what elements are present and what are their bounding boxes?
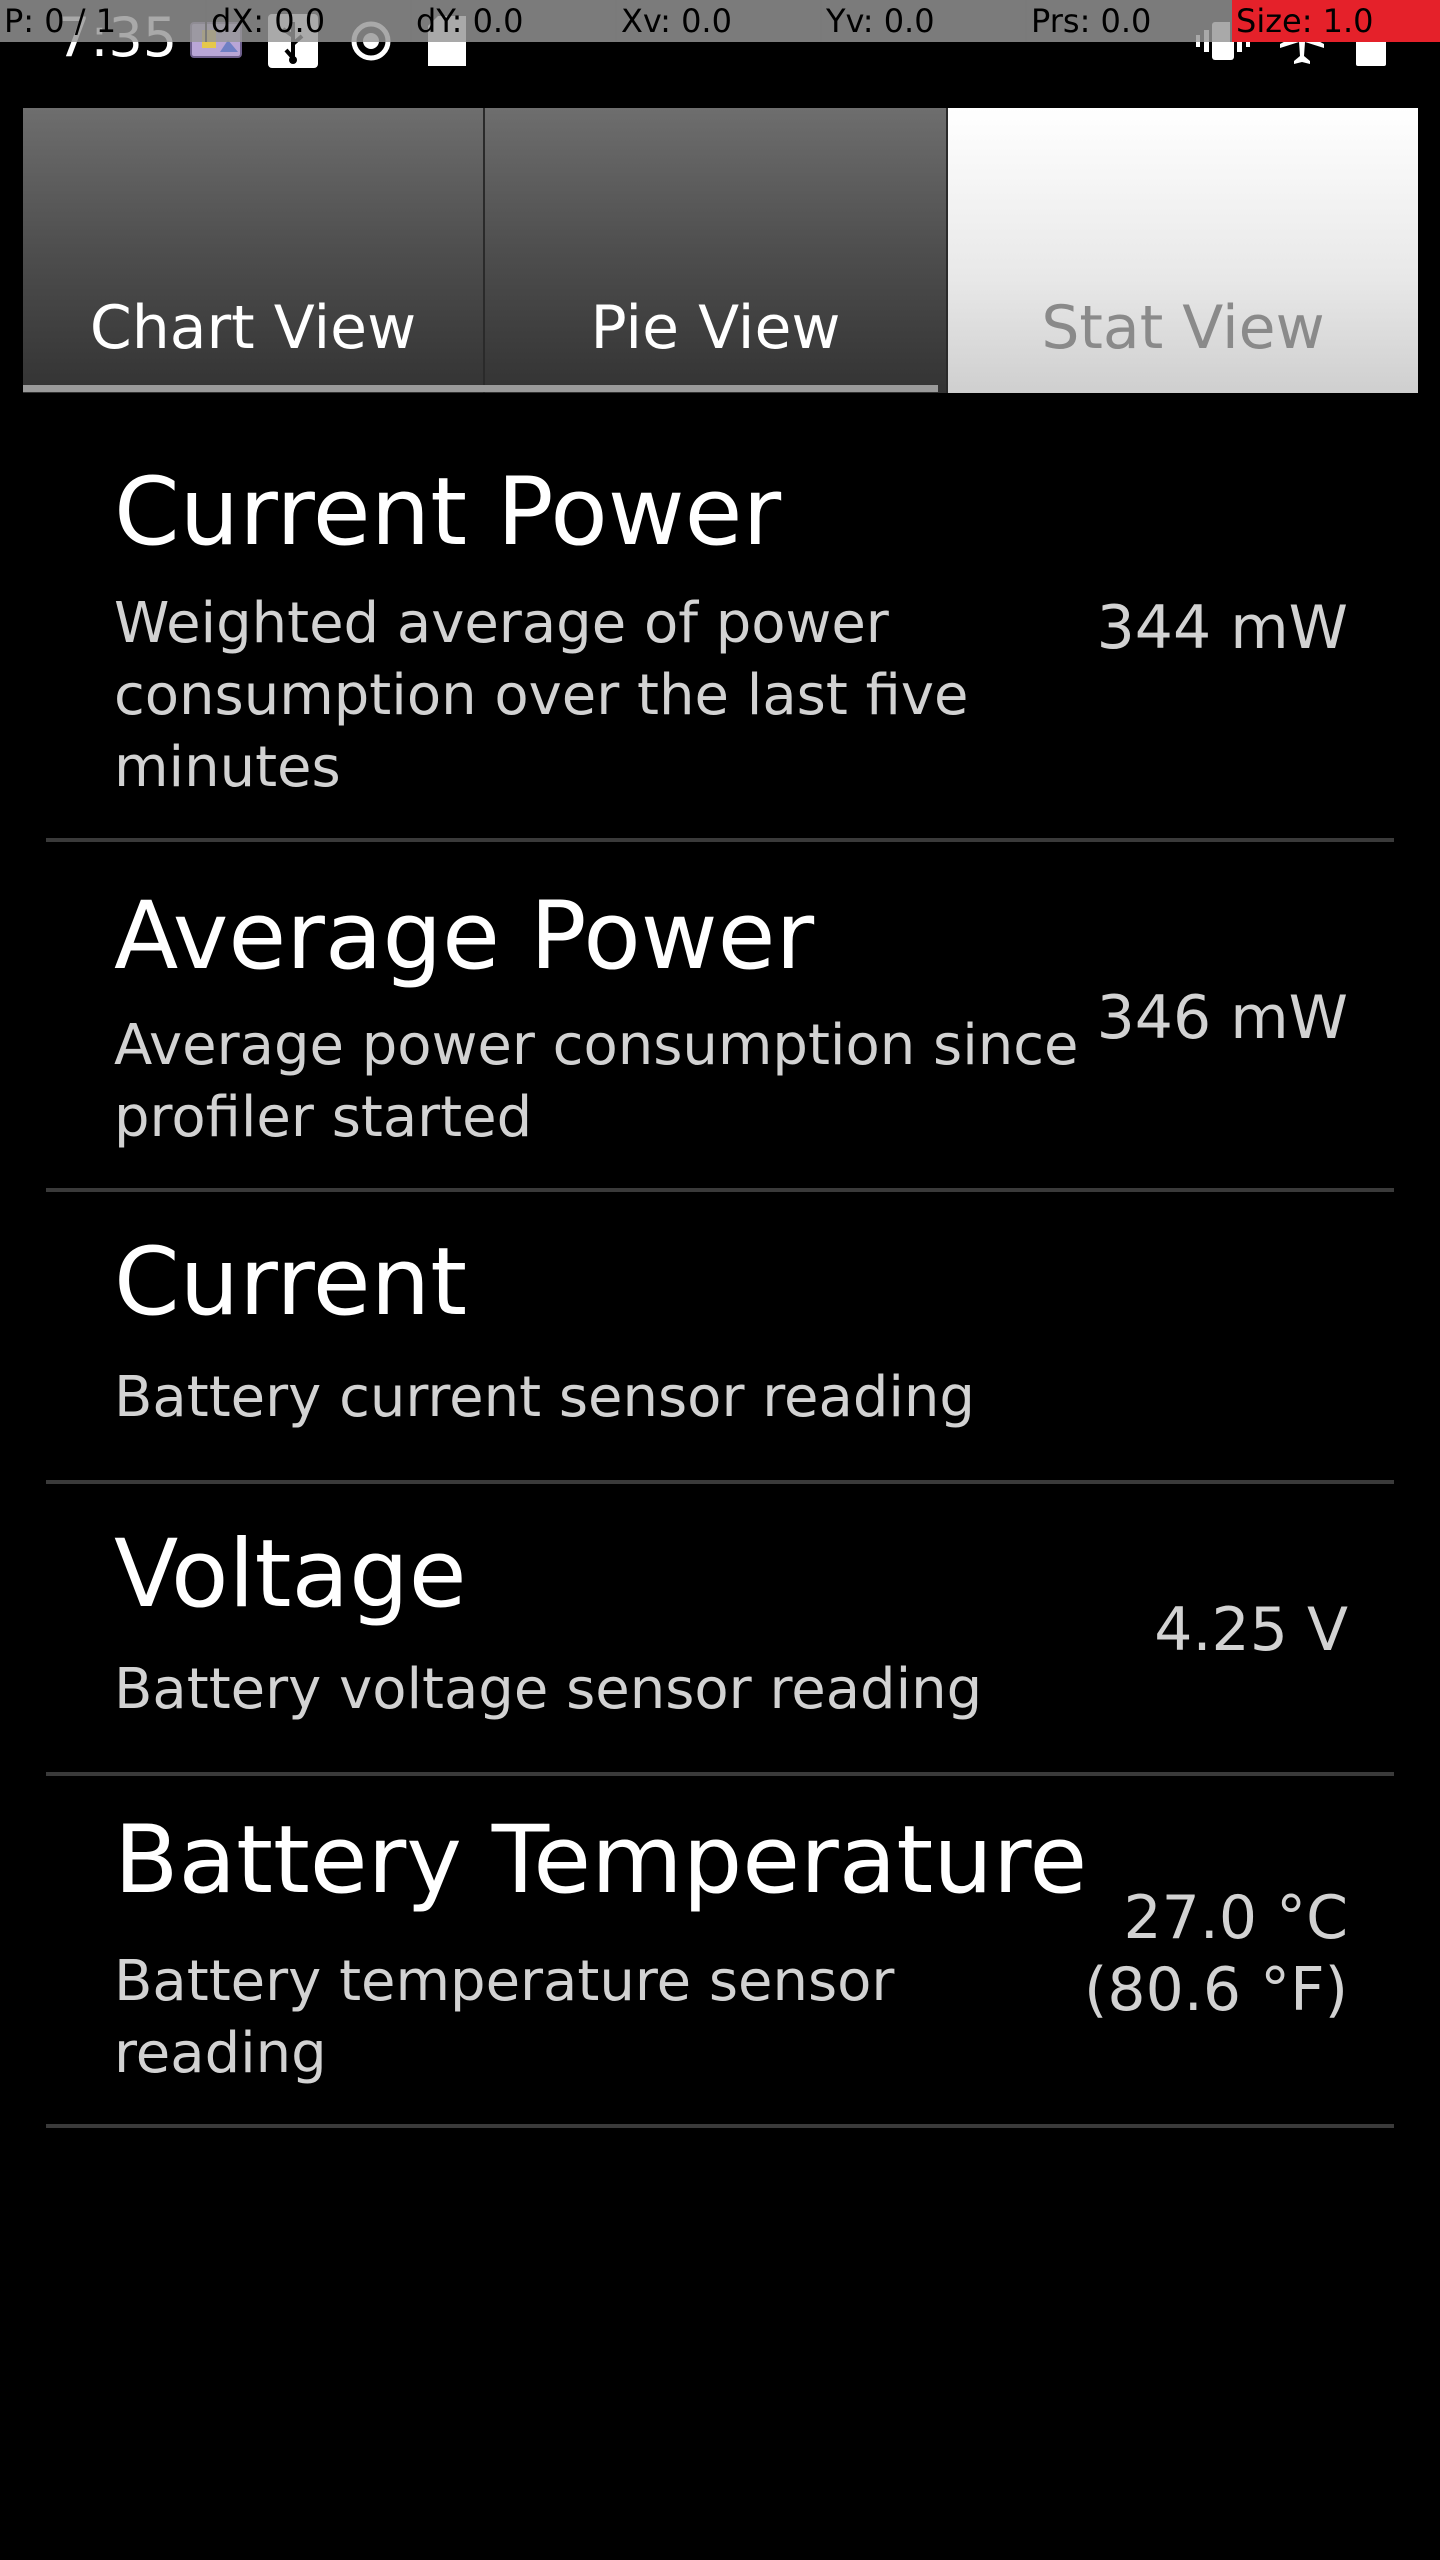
pointer-location-overlay: P: 0 / 1 dX: 0.0 dY: 0.0 Xv: 0.0 Yv: 0.0… — [0, 0, 1440, 42]
tab-bar: Chart View Pie View Stat View — [23, 108, 1418, 393]
stat-row-battery-temperature[interactable]: Battery Temperature Battery temperature … — [46, 1776, 1394, 2128]
stat-description: Average power consumption since profiler… — [114, 1013, 1079, 1150]
tab-stat-view[interactable]: Stat View — [948, 108, 1418, 393]
stat-value-celsius: 27.0 °C — [1123, 1883, 1348, 1953]
stat-row-average-power[interactable]: Average Power Average power consumption … — [46, 842, 1394, 1192]
overlay-yv: Yv: 0.0 — [820, 0, 1025, 42]
stat-value: 346 mW — [1096, 983, 1348, 1053]
overlay-pressure: Prs: 0.0 — [1025, 0, 1230, 42]
stat-title: Current — [114, 1228, 468, 1337]
stat-description: Battery temperature sensor reading — [114, 1949, 895, 2086]
stat-title: Current Power — [114, 458, 782, 567]
stat-description: Battery voltage sensor reading — [114, 1657, 983, 1722]
stat-row-current[interactable]: Current Battery current sensor reading — [46, 1192, 1394, 1484]
stat-value: 344 mW — [1096, 593, 1348, 663]
stat-value-fahrenheit: (80.6 °F) — [1084, 1955, 1348, 2025]
tab-label: Pie View — [590, 293, 841, 363]
overlay-xv: Xv: 0.0 — [615, 0, 820, 42]
stat-description: Battery current sensor reading — [114, 1365, 975, 1430]
tab-label: Stat View — [1041, 293, 1325, 363]
stat-title: Average Power — [114, 882, 815, 991]
stat-value: 27.0 °C (80.6 °F) — [1084, 1882, 1348, 2026]
tab-chart-view[interactable]: Chart View — [23, 108, 485, 393]
overlay-pointer-count: P: 0 / 1 — [4, 2, 117, 40]
overlay-size: Size: 1.0 — [1230, 0, 1440, 42]
overlay-dx: dX: 0.0 — [205, 0, 410, 42]
stat-description: Weighted average of power consumption ov… — [114, 591, 969, 800]
tab-pie-view[interactable]: Pie View — [485, 108, 948, 393]
stat-row-voltage[interactable]: Voltage Battery voltage sensor reading 4… — [46, 1484, 1394, 1776]
stat-title: Voltage — [114, 1520, 467, 1629]
stat-row-current-power[interactable]: Current Power Weighted average of power … — [46, 418, 1394, 842]
stat-title: Battery Temperature — [114, 1806, 1088, 1915]
overlay-dy: dY: 0.0 — [410, 0, 615, 42]
stat-value: 4.25 V — [1154, 1595, 1348, 1665]
tab-underline — [23, 385, 938, 392]
tab-label: Chart View — [89, 293, 417, 363]
